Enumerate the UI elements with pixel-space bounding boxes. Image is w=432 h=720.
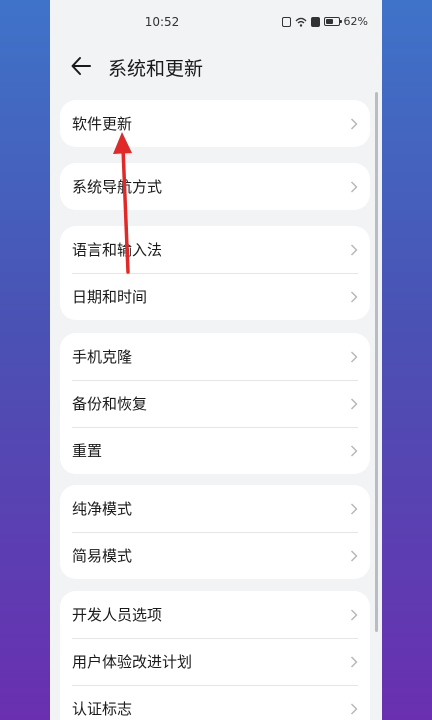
- list-item-pure-mode[interactable]: 纯净模式: [60, 485, 370, 532]
- chevron-right-icon: [351, 118, 358, 129]
- list-item-label: 重置: [72, 442, 103, 460]
- back-arrow-icon[interactable]: [70, 55, 92, 77]
- sim-icon: [310, 16, 320, 27]
- status-bar: 10:52 62%: [50, 0, 382, 46]
- list-item-certification[interactable]: 认证标志: [60, 685, 370, 720]
- settings-group-update: 软件更新: [60, 100, 370, 147]
- header: 系统和更新: [50, 46, 382, 86]
- settings-group-backup: 手机克隆 备份和恢复 重置: [60, 333, 370, 474]
- chevron-right-icon: [351, 244, 358, 255]
- scrollbar[interactable]: [375, 92, 378, 632]
- chevron-right-icon: [351, 656, 358, 667]
- list-item-system-navigation[interactable]: 系统导航方式: [60, 163, 370, 210]
- chevron-right-icon: [351, 351, 358, 362]
- list-item-label: 用户体验改进计划: [72, 653, 193, 671]
- list-item-label: 日期和时间: [72, 288, 148, 306]
- chevron-right-icon: [351, 503, 358, 514]
- list-item-label: 纯净模式: [72, 500, 133, 518]
- wifi-icon: [295, 17, 307, 27]
- chevron-right-icon: [351, 181, 358, 192]
- list-item-phone-clone[interactable]: 手机克隆: [60, 333, 370, 380]
- list-item-backup-restore[interactable]: 备份和恢复: [60, 380, 370, 427]
- list-item-date-time[interactable]: 日期和时间: [60, 273, 370, 320]
- page-title: 系统和更新: [108, 58, 204, 80]
- list-item-simple-mode[interactable]: 简易模式: [60, 532, 370, 579]
- battery-percent: 62%: [343, 15, 368, 28]
- list-item-label: 手机克隆: [72, 348, 133, 366]
- list-item-label: 软件更新: [72, 115, 133, 133]
- list-item-language-input[interactable]: 语言和输入法: [60, 226, 370, 273]
- list-item-developer-options[interactable]: 开发人员选项: [60, 591, 370, 638]
- status-icons: 62%: [281, 15, 368, 28]
- list-item-label: 简易模式: [72, 547, 133, 565]
- list-item-label: 备份和恢复: [72, 395, 148, 413]
- battery-icon: [323, 17, 342, 26]
- settings-group-modes: 纯净模式 简易模式: [60, 485, 370, 579]
- list-item-software-update[interactable]: 软件更新: [60, 100, 370, 147]
- chevron-right-icon: [351, 609, 358, 620]
- chevron-right-icon: [351, 550, 358, 561]
- list-item-label: 开发人员选项: [72, 606, 163, 624]
- chevron-right-icon: [351, 291, 358, 302]
- list-item-label: 认证标志: [72, 700, 133, 718]
- phone-screen: 10:52 62% 系统和更新 软件更新 系统导航方式 语言和输入法 日期和时间…: [50, 0, 382, 720]
- settings-group-developer: 开发人员选项 用户体验改进计划 认证标志: [60, 591, 370, 720]
- chevron-right-icon: [351, 703, 358, 714]
- status-time: 10:52: [144, 15, 180, 29]
- settings-group-language-date: 语言和输入法 日期和时间: [60, 226, 370, 320]
- chevron-right-icon: [351, 445, 358, 456]
- list-item-label: 语言和输入法: [72, 241, 163, 259]
- list-item-reset[interactable]: 重置: [60, 427, 370, 474]
- list-item-label: 系统导航方式: [72, 178, 163, 196]
- settings-group-navigation: 系统导航方式: [60, 163, 370, 210]
- list-item-user-experience[interactable]: 用户体验改进计划: [60, 638, 370, 685]
- nfc-icon: [281, 16, 291, 27]
- chevron-right-icon: [351, 398, 358, 409]
